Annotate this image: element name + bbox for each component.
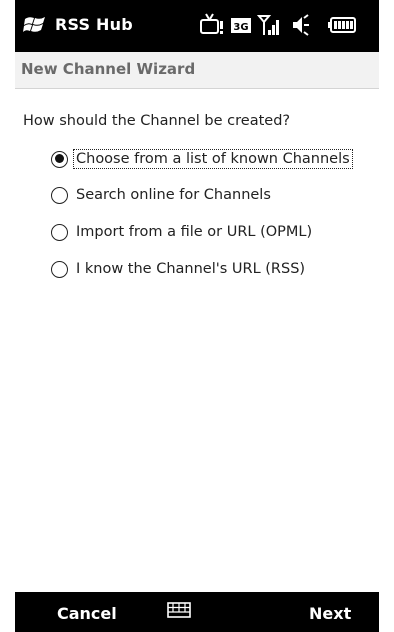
softkey-bar: Cancel Next bbox=[15, 592, 379, 632]
wizard-header: New Channel Wizard bbox=[15, 52, 379, 89]
option-search-online[interactable]: Search online for Channels bbox=[51, 183, 273, 207]
keyboard-icon[interactable] bbox=[167, 602, 191, 618]
option-label[interactable]: I know the Channel's URL (RSS) bbox=[74, 260, 307, 278]
option-known-channels[interactable]: Choose from a list of known Channels bbox=[51, 147, 353, 171]
option-know-url[interactable]: I know the Channel's URL (RSS) bbox=[51, 257, 307, 281]
cancel-softkey[interactable]: Cancel bbox=[57, 604, 117, 623]
wizard-title: New Channel Wizard bbox=[21, 60, 196, 78]
signal-icon bbox=[257, 15, 279, 35]
option-import-opml[interactable]: Import from a file or URL (OPML) bbox=[51, 220, 314, 244]
radio-button-selected[interactable] bbox=[51, 150, 68, 168]
speaker-icon[interactable] bbox=[289, 13, 313, 37]
status-bar: RSS Hub 3G bbox=[15, 0, 379, 52]
next-softkey[interactable]: Next bbox=[309, 604, 351, 623]
battery-icon bbox=[328, 17, 356, 33]
3g-icon: 3G bbox=[231, 18, 251, 33]
option-label[interactable]: Import from a file or URL (OPML) bbox=[74, 223, 314, 241]
app-title: RSS Hub bbox=[55, 15, 133, 34]
option-label[interactable]: Search online for Channels bbox=[74, 186, 273, 204]
wizard-content: How should the Channel be created? Choos… bbox=[15, 89, 379, 579]
tv-notification-icon[interactable] bbox=[199, 13, 225, 37]
radio-button[interactable] bbox=[51, 186, 68, 204]
option-label[interactable]: Choose from a list of known Channels bbox=[73, 149, 353, 169]
phone-screen: RSS Hub 3G New Channel Wizard How should… bbox=[15, 0, 379, 632]
windows-start-icon[interactable] bbox=[23, 14, 47, 36]
svg-text:3G: 3G bbox=[233, 22, 248, 33]
radio-button[interactable] bbox=[51, 260, 68, 278]
question-label: How should the Channel be created? bbox=[23, 113, 291, 129]
radio-button[interactable] bbox=[51, 223, 68, 241]
